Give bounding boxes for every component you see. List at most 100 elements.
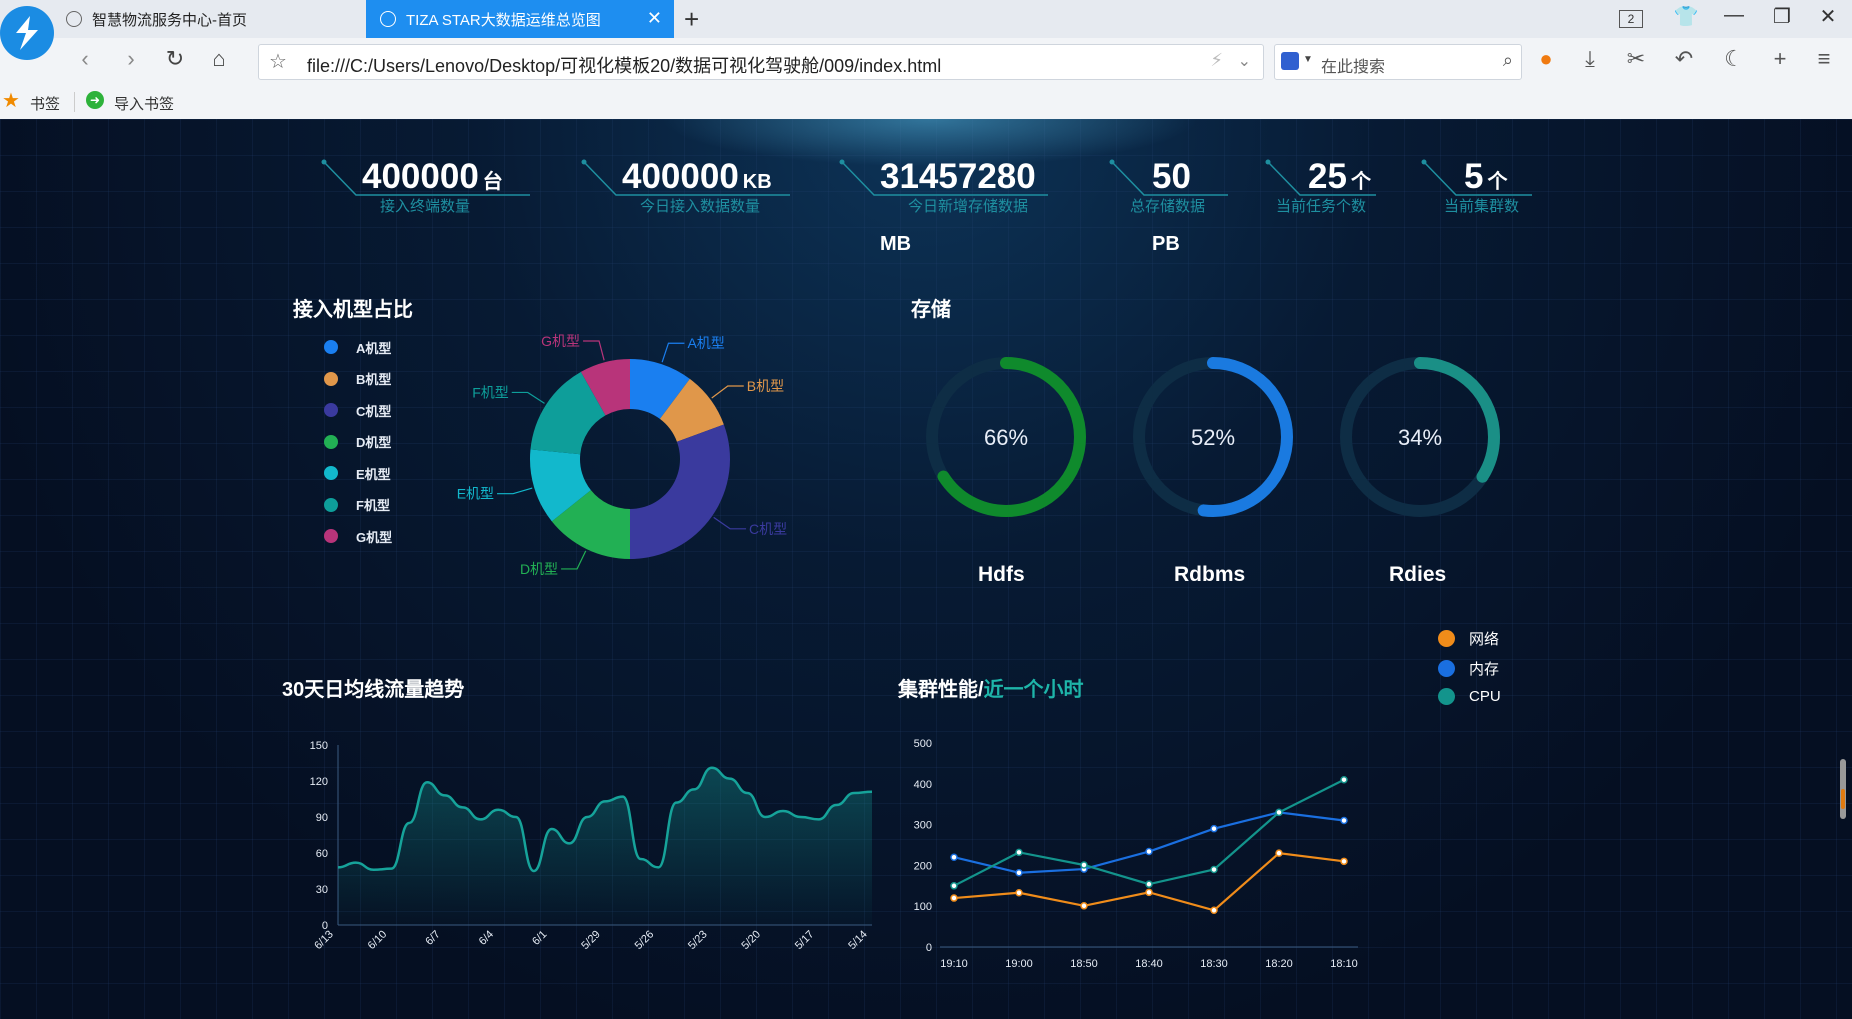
maximize-button[interactable]: ❐ bbox=[1760, 4, 1804, 29]
skin-icon[interactable]: 👕 bbox=[1664, 4, 1708, 29]
x-tick-label: 6/1 bbox=[530, 928, 549, 947]
legend-dot bbox=[324, 497, 338, 512]
pie-legend-item[interactable]: D机型 bbox=[324, 432, 391, 452]
kpi-label: 接入终端数量 bbox=[380, 198, 471, 215]
area-fill bbox=[338, 767, 872, 925]
night-mode-icon[interactable]: ☾ bbox=[1716, 46, 1752, 72]
pie-label: A机型 bbox=[687, 335, 724, 351]
download-icon[interactable]: ⤓ bbox=[1572, 46, 1608, 72]
pie-legend-item[interactable]: A机型 bbox=[324, 337, 391, 357]
kpi-tasks: 25 个 当前任务个数 bbox=[1264, 157, 1376, 227]
address-bar[interactable]: ☆ file:///C:/Users/Lenovo/Desktop/可视化模板2… bbox=[258, 44, 1264, 80]
cluster-legend-item[interactable]: 网络 bbox=[1438, 628, 1499, 649]
tab-home[interactable]: 智慧物流服务中心-首页 bbox=[66, 0, 366, 38]
gauge-value: 66% bbox=[984, 425, 1028, 450]
cluster-title-main: 集群性能/ bbox=[898, 679, 984, 701]
legend-label: E机型 bbox=[356, 466, 391, 482]
series-point bbox=[1210, 865, 1218, 874]
legend-label: 内存 bbox=[1469, 661, 1500, 678]
pie-legend-item[interactable]: E机型 bbox=[324, 463, 391, 483]
home-button[interactable]: ⌂ bbox=[204, 46, 234, 72]
kpi-total-storage: 50 总存储数据 bbox=[1108, 157, 1228, 227]
series-point bbox=[1145, 888, 1153, 897]
undo-icon[interactable]: ↶ bbox=[1666, 46, 1702, 72]
pie-legend-item[interactable]: F机型 bbox=[324, 495, 390, 515]
legend-dot bbox=[324, 466, 338, 480]
kpi-value: 400000 台 bbox=[362, 157, 503, 196]
series-point bbox=[1080, 861, 1088, 869]
gauge-value: 52% bbox=[1191, 425, 1235, 450]
y-tick-label: 300 bbox=[914, 820, 932, 832]
series-point bbox=[950, 894, 958, 902]
cluster-legend-item[interactable]: 内存 bbox=[1438, 658, 1499, 679]
url-text[interactable]: file:///C:/Users/Lenovo/Desktop/可视化模板20/… bbox=[307, 52, 941, 78]
pie-label-line bbox=[561, 550, 587, 570]
series-point bbox=[1015, 868, 1023, 877]
legend-dot bbox=[324, 371, 338, 386]
kpi-clusters: 5个 当前集群数 bbox=[1420, 157, 1532, 227]
legend-label: CPU bbox=[1469, 688, 1501, 705]
series-line bbox=[953, 778, 1345, 887]
legend-dot bbox=[324, 529, 338, 543]
caret-down-icon[interactable]: ▼ bbox=[1303, 54, 1313, 65]
pie-legend-item[interactable]: B机型 bbox=[324, 369, 391, 389]
search-engine-icon[interactable] bbox=[1281, 52, 1299, 70]
browser-chrome: 智慧物流服务中心-首页 TIZA STAR大数据运维总览图 ✕ + 2 👕 — … bbox=[0, 0, 1852, 119]
minimize-button[interactable]: — bbox=[1712, 4, 1756, 27]
legend-label: A机型 bbox=[356, 340, 392, 356]
kpi-unit: MB bbox=[880, 233, 912, 255]
cluster-performance-chart: 0 100 200 300 400 500 19:10 19:00 18:50 18:40 18:3… bbox=[914, 738, 1358, 969]
search-input[interactable]: 在此搜索 bbox=[1321, 53, 1385, 77]
pie-label: B机型 bbox=[747, 378, 784, 394]
x-tick-label: 18:10 bbox=[1330, 958, 1358, 969]
chevron-down-icon[interactable]: ⌄ bbox=[1238, 51, 1251, 71]
bookmark-bar: ★ 书签 ➜ 导入书签 bbox=[0, 88, 1852, 118]
cluster-legend-item[interactable]: CPU bbox=[1438, 688, 1501, 705]
kpi-value: 25 个 bbox=[1308, 157, 1371, 196]
bookmark-star-icon: ★ bbox=[2, 90, 20, 112]
forward-button[interactable]: › bbox=[116, 46, 146, 72]
new-tab-button[interactable]: + bbox=[684, 4, 699, 35]
import-icon: ➜ bbox=[86, 91, 104, 109]
pie-legend-item[interactable]: G机型 bbox=[324, 526, 392, 546]
x-tick-label: 5/29 bbox=[579, 928, 603, 952]
kpi-new-storage: 31457280 今日新增存储数据 bbox=[838, 157, 1048, 227]
search-icon[interactable]: ⌕ bbox=[1503, 50, 1513, 71]
tab-home-label: 智慧物流服务中心-首页 bbox=[92, 11, 247, 29]
legend-label: D机型 bbox=[356, 435, 392, 450]
kpi-unit: PB bbox=[1152, 233, 1180, 255]
close-window-button[interactable]: ✕ bbox=[1806, 4, 1850, 29]
window-count-badge[interactable]: 2 bbox=[1619, 10, 1643, 28]
series-point bbox=[1340, 816, 1348, 825]
legend-dot bbox=[324, 403, 338, 417]
scissors-icon[interactable]: ✂ bbox=[1618, 46, 1654, 72]
divider bbox=[74, 92, 75, 112]
series-point bbox=[950, 882, 958, 890]
lightning-icon[interactable]: ⚡ bbox=[1210, 50, 1223, 71]
series-point bbox=[950, 853, 958, 861]
close-tab-icon[interactable]: ✕ bbox=[647, 8, 662, 29]
gauge-label-rdies: Rdies bbox=[1389, 563, 1447, 586]
series-point bbox=[1210, 824, 1218, 833]
menu-icon[interactable]: ≡ bbox=[1806, 46, 1842, 72]
add-icon[interactable]: + bbox=[1762, 46, 1798, 72]
kpi-unit: 个 bbox=[1350, 171, 1371, 193]
pie-legend-item[interactable]: C机型 bbox=[324, 400, 391, 420]
pie-label-line bbox=[711, 385, 744, 399]
pie-label-line bbox=[583, 340, 605, 361]
extension-icon[interactable]: ● bbox=[1528, 46, 1564, 72]
tab-dashboard[interactable]: TIZA STAR大数据运维总览图 ✕ bbox=[366, 0, 674, 38]
x-tick-label: 6/7 bbox=[423, 928, 442, 947]
bookmark-star-icon[interactable]: ☆ bbox=[269, 49, 287, 74]
refresh-button[interactable]: ↻ bbox=[160, 46, 190, 72]
back-button[interactable]: ‹ bbox=[70, 46, 100, 72]
series-point bbox=[1340, 857, 1348, 866]
search-box[interactable]: ▼ 在此搜索 ⌕ bbox=[1274, 44, 1522, 80]
y-tick-label: 0 bbox=[926, 942, 932, 954]
x-tick-label: 18:40 bbox=[1135, 958, 1163, 969]
legend-dot bbox=[324, 340, 338, 354]
bookmark-item[interactable]: 书签 bbox=[30, 93, 60, 114]
kpi-today-data: 400000 KB 今日接入数据数量 bbox=[580, 157, 790, 227]
gauge-value: 34% bbox=[1398, 425, 1442, 450]
import-bookmarks[interactable]: 导入书签 bbox=[114, 93, 174, 114]
